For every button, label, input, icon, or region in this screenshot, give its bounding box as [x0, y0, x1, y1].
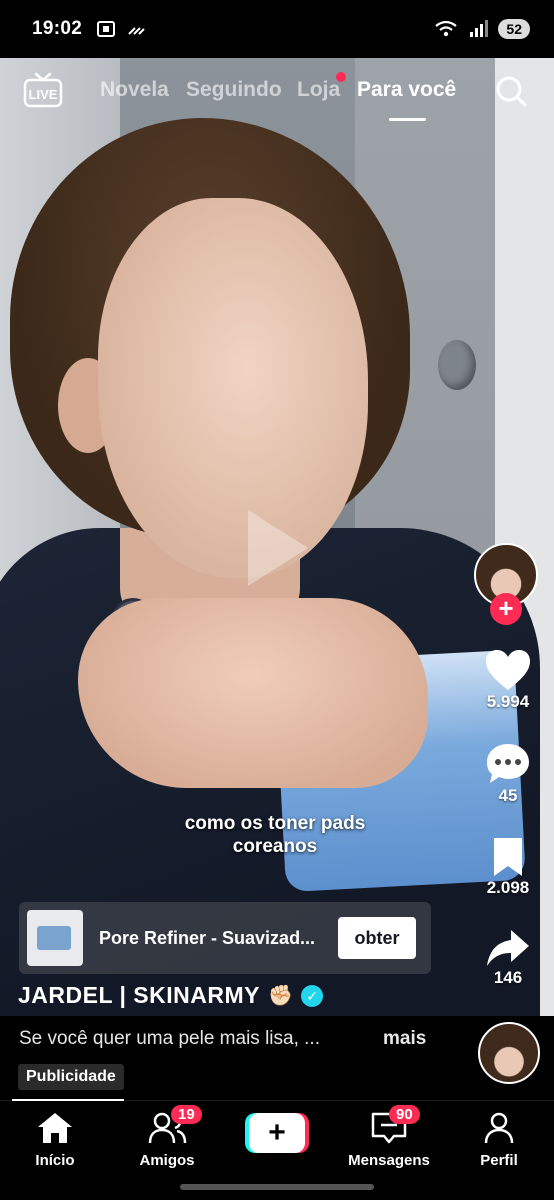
video-caption: como os toner pads coreanos [130, 812, 420, 858]
nav-friends[interactable]: 19 Amigos [117, 1105, 217, 1169]
status-time: 19:02 [32, 18, 83, 39]
share-count: 146 [493, 968, 523, 987]
nav-inbox[interactable]: 90 Mensagens [339, 1105, 439, 1169]
product-thumbnail [27, 910, 83, 966]
nav-friends-label: Amigos [139, 1152, 195, 1169]
tab-novela[interactable]: Novela [100, 78, 169, 102]
product-title: Pore Refiner - Suavizad... [99, 927, 316, 948]
caption-line-2: coreanos [232, 836, 318, 857]
active-tab-indicator [389, 118, 426, 121]
more-link[interactable]: mais [383, 1028, 426, 1050]
like-count: 5.994 [486, 692, 530, 711]
comment-icon [487, 744, 529, 783]
tab-seguindo[interactable]: Seguindo [186, 78, 282, 102]
sponsored-badge: Publicidade [18, 1064, 124, 1090]
share-button[interactable]: 146 [468, 928, 548, 988]
active-nav-indicator [12, 1099, 124, 1101]
profile-icon [484, 1112, 514, 1144]
battery-indicator: 52 [498, 19, 530, 39]
tab-loja[interactable]: Loja [297, 78, 340, 102]
search-icon[interactable] [494, 74, 528, 108]
nav-profile[interactable]: Perfil [449, 1111, 549, 1169]
live-label: LIVE [29, 87, 58, 102]
play-icon[interactable] [248, 510, 308, 586]
bookmark-icon [494, 838, 522, 876]
home-icon [38, 1113, 72, 1143]
save-button[interactable]: 2.098 [468, 836, 548, 898]
signal-strike-icon [128, 27, 145, 35]
plus-icon: + [249, 1113, 305, 1153]
obter-button[interactable]: obter [338, 917, 416, 959]
door-knob [438, 340, 476, 390]
live-icon[interactable]: LIVE [23, 70, 63, 110]
screenshot-icon [97, 21, 116, 37]
person-face [98, 198, 368, 578]
comment-count: 45 [498, 786, 518, 805]
post-description[interactable]: Se você quer uma pele mais lisa, ... [19, 1028, 320, 1050]
wifi-icon [435, 20, 458, 37]
nav-inbox-label: Mensagens [348, 1152, 430, 1169]
nav-home-label: Início [35, 1152, 75, 1169]
author-name[interactable]: JARDEL | SKINARMY [18, 982, 260, 1009]
cell-signal-icon [470, 20, 489, 37]
inbox-badge: 90 [389, 1105, 420, 1124]
like-button[interactable]: 5.994 [468, 648, 548, 712]
comment-button[interactable]: 45 [468, 742, 548, 806]
friends-badge: 19 [171, 1105, 202, 1124]
product-card[interactable]: Pore Refiner - Suavizad... obter [19, 902, 431, 974]
status-bar: 19:02 52 [0, 0, 554, 58]
nav-home[interactable]: Início [5, 1111, 105, 1169]
home-indicator[interactable] [180, 1184, 374, 1190]
follow-button[interactable]: + [490, 593, 522, 625]
author-line[interactable]: JARDEL | SKINARMY ✊🏻 ✓ [18, 982, 324, 1009]
heart-icon [486, 650, 530, 690]
create-button[interactable]: + [245, 1113, 309, 1153]
verified-badge-icon: ✓ [301, 984, 324, 1007]
caption-line-1: como os toner pads [184, 813, 366, 834]
nav-profile-label: Perfil [480, 1152, 518, 1169]
person-hand [78, 598, 428, 788]
loja-notification-dot [336, 72, 346, 82]
sound-avatar[interactable] [478, 1022, 540, 1084]
share-icon [487, 930, 529, 966]
save-count: 2.098 [486, 878, 530, 897]
top-navigation: LIVE Novela Seguindo Loja Para você [0, 58, 554, 136]
tab-para-voce[interactable]: Para você [357, 78, 456, 102]
author-emoji: ✊🏻 [267, 985, 294, 1007]
